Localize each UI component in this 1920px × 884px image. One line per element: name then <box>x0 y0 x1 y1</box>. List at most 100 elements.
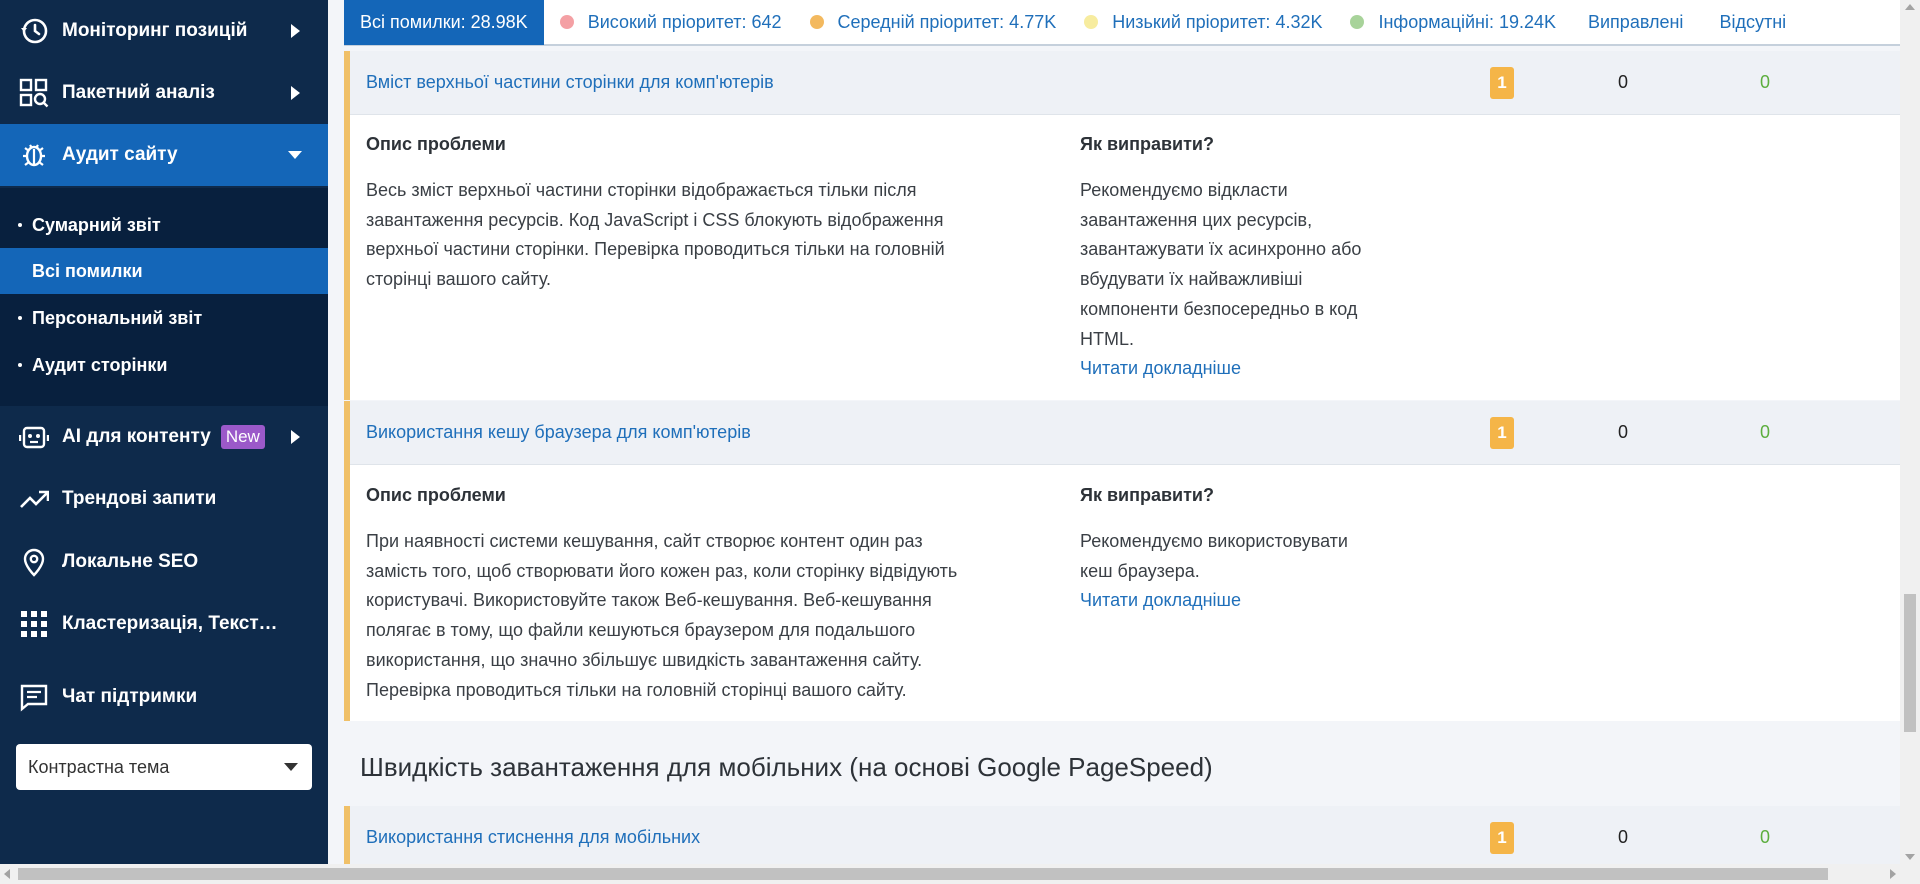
trend-icon <box>18 483 50 515</box>
medium-priority-dot-icon <box>809 15 824 29</box>
text-line: компоненти безпосередньо в код <box>1080 298 1358 319</box>
filter-label: Відсутні <box>1719 11 1787 32</box>
filter-missing[interactable]: Відсутні <box>1697 0 1800 45</box>
text-line: HTML. <box>1080 328 1134 349</box>
count-value: 0 <box>1618 422 1629 442</box>
nav-item-ai-content[interactable]: AI для контенту New <box>0 406 328 468</box>
text-line: кеш браузера. <box>1080 560 1200 581</box>
problem-description-heading: Опис проблеми <box>366 485 506 505</box>
robot-icon <box>18 421 50 453</box>
nav-item-trending-queries[interactable]: Трендові запити <box>0 468 328 530</box>
filter-label: Низький пріоритет: 4.32K <box>1112 11 1323 32</box>
history-icon <box>18 15 50 47</box>
issue-card: Використання стиснення для мобільних 1 0… <box>344 806 1900 864</box>
sub-item-page-audit[interactable]: Аудит сторінки <box>0 342 328 388</box>
how-to-fix-heading: Як виправити? <box>1080 485 1214 505</box>
chevron-right-icon <box>291 24 300 38</box>
read-more-link[interactable]: Читати докладніше <box>1080 586 1420 616</box>
map-pin-icon <box>18 546 50 578</box>
sub-item-label: Сумарний звіт <box>32 214 161 235</box>
high-priority-dot-icon <box>559 15 574 29</box>
text-line: завантажувати їх асинхронно або <box>1080 239 1362 260</box>
nav-item-clustering[interactable]: Кластеризація, Текстова ... <box>0 593 328 655</box>
issue-row[interactable]: Використання кешу браузера для комп'ютер… <box>350 401 1900 465</box>
nav-item-batch-analysis[interactable]: Пакетний аналіз <box>0 62 328 124</box>
apps-grid-icon <box>18 608 50 640</box>
bullet-dot <box>18 223 22 227</box>
issue-title[interactable]: Використання кешу браузера для комп'ютер… <box>366 422 751 443</box>
count-badge[interactable]: 1 <box>1490 416 1514 449</box>
count-fixed-value: 0 <box>1760 422 1771 442</box>
issue-row[interactable]: Вміст верхньої частини сторінки для комп… <box>350 51 1900 115</box>
nav-item-site-audit[interactable]: Аудит сайту <box>0 124 328 186</box>
low-priority-dot-icon <box>1084 15 1099 29</box>
text-line: сторінці вашого сайту. <box>366 269 552 290</box>
sub-item-label: Персональний звіт <box>32 307 203 328</box>
text-line: Перевірка проводиться тільки на головній… <box>366 679 907 700</box>
vertical-scroll-thumb[interactable] <box>1904 594 1916 732</box>
nav-item-label: AI для контенту <box>62 426 211 447</box>
filter-fixed[interactable]: Виправлені <box>1570 0 1697 45</box>
nav-item-position-monitoring[interactable]: Моніторинг позицій <box>0 0 328 62</box>
how-to-fix-heading: Як виправити? <box>1080 134 1214 154</box>
horizontal-scroll-thumb[interactable] <box>18 868 1828 880</box>
scroll-up-arrow-icon[interactable] <box>1905 4 1915 10</box>
chevron-down-icon <box>288 151 302 159</box>
chat-icon <box>18 681 50 713</box>
filter-label: Середній пріоритет: 4.77K <box>837 11 1057 32</box>
issue-title[interactable]: Використання стиснення для мобільних <box>366 827 700 848</box>
text-line: При наявності системи кешування, сайт ст… <box>366 531 923 551</box>
sub-item-label: Аудит сторінки <box>32 354 168 375</box>
nav-item-label: Локальне SEO <box>62 551 199 572</box>
scroll-left-arrow-icon[interactable] <box>4 869 10 879</box>
nav-item-support-chat[interactable]: Чат підтримки <box>0 666 328 728</box>
text-line: користувачі. Використовуйте також Веб-ке… <box>366 590 932 611</box>
read-more-link[interactable]: Читати докладніше <box>1080 354 1420 384</box>
filter-label: Всі помилки: 28.98K <box>360 11 528 32</box>
problem-description-text: Весь зміст верхньої частини сторінки від… <box>366 176 1046 295</box>
count-fixed-value: 0 <box>1760 72 1771 92</box>
scroll-down-arrow-icon[interactable] <box>1905 854 1915 860</box>
how-to-fix-text: Рекомендуємо використовувати кеш браузер… <box>1080 527 1420 616</box>
main-content: Всі помилки: 28.98K Високий пріоритет: 6… <box>328 0 1900 864</box>
nav-item-local-seo[interactable]: Локальне SEO <box>0 531 328 593</box>
issue-card: Вміст верхньої частини сторінки для комп… <box>344 51 1900 400</box>
scroll-right-arrow-icon[interactable] <box>1890 869 1896 879</box>
count-value: 0 <box>1618 72 1629 92</box>
theme-select[interactable]: Контрастна тема <box>16 744 312 790</box>
grid-search-icon <box>18 77 50 109</box>
nav-item-label: Чат підтримки <box>62 686 198 707</box>
filter-medium-priority[interactable]: Середній пріоритет: 4.77K <box>796 0 1071 45</box>
count-badge[interactable]: 1 <box>1490 66 1514 99</box>
issue-card: Використання кешу браузера для комп'ютер… <box>344 401 1900 721</box>
horizontal-scrollbar[interactable] <box>0 864 1920 884</box>
priority-filter-bar: Всі помилки: 28.98K Високий пріоритет: 6… <box>344 0 1900 46</box>
text-line: замість того, щоб створювати його кожен … <box>366 560 958 581</box>
vertical-scrollbar[interactable] <box>1900 0 1920 864</box>
filter-high-priority[interactable]: Високий пріоритет: 642 <box>544 0 796 45</box>
issue-title[interactable]: Вміст верхньої частини сторінки для комп… <box>366 72 774 93</box>
count-badge[interactable]: 1 <box>1490 821 1514 854</box>
sub-item-summary-report[interactable]: Сумарний звіт <box>0 202 328 248</box>
nav-item-label: Трендові запити <box>62 488 217 509</box>
informational-dot-icon <box>1350 15 1365 29</box>
issue-row[interactable]: Використання стиснення для мобільних 1 0… <box>350 806 1900 864</box>
text-line: завантаження ресурсів. Код JavaScript і … <box>366 209 944 230</box>
problem-description-heading: Опис проблеми <box>366 134 506 154</box>
sidebar: Моніторинг позицій Пакетний аналіз Аудит… <box>0 0 328 864</box>
caret-down-icon <box>284 763 298 771</box>
text-line: Рекомендуємо використовувати <box>1080 531 1348 551</box>
site-audit-submenu: Сумарний звіт Всі помилки Персональний з… <box>0 188 328 406</box>
count-fixed-value: 0 <box>1760 827 1771 847</box>
text-line: верхньої частини сторінки. Перевірка про… <box>366 239 945 260</box>
text-line: полягає в тому, що файли кешуються брауз… <box>366 620 916 641</box>
filter-all-errors[interactable]: Всі помилки: 28.98K <box>344 0 544 45</box>
sub-item-all-errors[interactable]: Всі помилки <box>0 248 328 294</box>
sub-item-label: Всі помилки <box>32 260 143 281</box>
text-line: Рекомендуємо відкласти <box>1080 180 1288 200</box>
filter-informational[interactable]: Інформаційні: 19.24K <box>1336 0 1570 45</box>
text-line: Весь зміст верхньої частини сторінки від… <box>366 180 917 200</box>
filter-low-priority[interactable]: Низький пріоритет: 4.32K <box>1070 0 1336 45</box>
theme-select-value: Контрастна тема <box>28 756 170 777</box>
sub-item-personal-report[interactable]: Персональний звіт <box>0 295 328 341</box>
